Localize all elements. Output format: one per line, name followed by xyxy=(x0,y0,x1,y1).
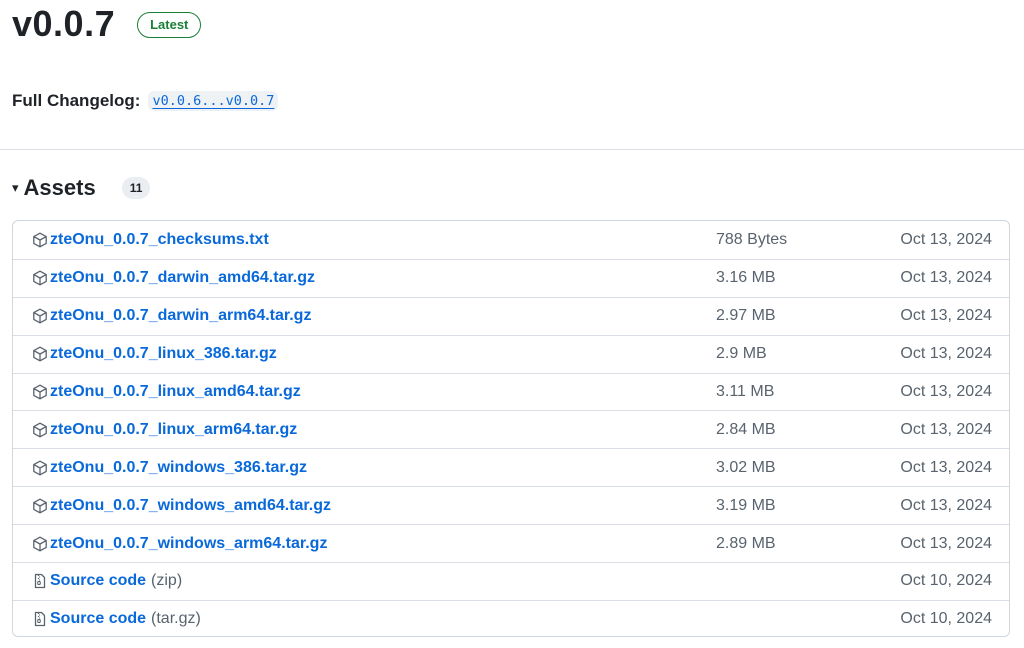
caret-down-icon: ▾ xyxy=(12,180,19,195)
assets-title: Assets xyxy=(23,175,96,200)
asset-date: Oct 10, 2024 xyxy=(900,572,992,590)
asset-link[interactable]: zteOnu_0.0.7_linux_386.tar.gz xyxy=(50,345,277,363)
asset-link[interactable]: zteOnu_0.0.7_windows_arm64.tar.gz xyxy=(50,535,327,553)
asset-suffix: (zip) xyxy=(151,572,183,590)
asset-size: 3.02 MB xyxy=(716,458,776,476)
asset-date: Oct 13, 2024 xyxy=(900,534,992,552)
asset-row: Source code (tar.gz) Oct 10, 2024 xyxy=(13,599,1009,636)
asset-row: zteOnu_0.0.7_linux_386.tar.gz 2.9 MB Oct… xyxy=(13,334,1009,373)
asset-row: zteOnu_0.0.7_windows_arm64.tar.gz 2.89 M… xyxy=(13,524,1009,562)
asset-date: Oct 13, 2024 xyxy=(900,496,992,514)
asset-size: 3.11 MB xyxy=(716,383,775,400)
asset-link[interactable]: zteOnu_0.0.7_linux_arm64.tar.gz xyxy=(50,421,297,439)
asset-link[interactable]: Source code xyxy=(50,572,146,590)
package-icon xyxy=(32,460,48,476)
package-icon xyxy=(32,270,48,286)
asset-size: 3.16 MB xyxy=(716,269,776,287)
section-divider xyxy=(0,149,1024,150)
asset-size: 788 Bytes xyxy=(716,230,788,248)
package-icon xyxy=(32,308,48,324)
asset-row: zteOnu_0.0.7_windows_386.tar.gz 3.02 MB … xyxy=(13,448,1009,486)
asset-size: 2.89 MB xyxy=(716,534,776,552)
asset-date: Oct 13, 2024 xyxy=(900,458,992,476)
assets-toggle[interactable]: ▾ Assets 11 xyxy=(12,174,151,202)
latest-badge: Latest xyxy=(137,12,202,38)
asset-link[interactable]: zteOnu_0.0.7_darwin_arm64.tar.gz xyxy=(50,307,311,325)
package-icon xyxy=(32,536,48,552)
asset-row: zteOnu_0.0.7_darwin_arm64.tar.gz 2.97 MB… xyxy=(13,296,1009,335)
asset-row: zteOnu_0.0.7_checksums.txt 788 Bytes Oct… xyxy=(13,221,1009,259)
asset-row: zteOnu_0.0.7_linux_amd64.tar.gz 3.11 MB … xyxy=(13,372,1009,411)
changelog-label: Full Changelog xyxy=(12,91,135,110)
asset-size: 2.84 MB xyxy=(716,420,776,438)
release-title[interactable]: v0.0.7 xyxy=(12,3,115,45)
package-icon xyxy=(32,346,48,362)
asset-size: 2.9 MB xyxy=(716,345,767,363)
assets-list: zteOnu_0.0.7_checksums.txt 788 Bytes Oct… xyxy=(12,220,1010,637)
asset-date: Oct 13, 2024 xyxy=(900,269,992,287)
asset-row: zteOnu_0.0.7_darwin_amd64.tar.gz 3.16 MB… xyxy=(13,258,1009,297)
file-zip-icon xyxy=(32,611,48,627)
asset-link[interactable]: zteOnu_0.0.7_linux_amd64.tar.gz xyxy=(50,383,301,401)
package-icon xyxy=(32,384,48,400)
package-icon xyxy=(32,232,48,248)
asset-link[interactable]: zteOnu_0.0.7_windows_amd64.tar.gz xyxy=(50,497,331,515)
changelog-row: Full Changelog: v0.0.6...v0.0.7 xyxy=(12,88,279,114)
asset-size: 2.97 MB xyxy=(716,307,776,325)
asset-date: Oct 13, 2024 xyxy=(900,420,992,438)
asset-size: 3.19 MB xyxy=(716,496,776,514)
asset-row: zteOnu_0.0.7_windows_amd64.tar.gz 3.19 M… xyxy=(13,486,1009,524)
asset-date: Oct 10, 2024 xyxy=(900,610,992,628)
asset-date: Oct 13, 2024 xyxy=(900,345,992,363)
changelog-compare-link[interactable]: v0.0.6...v0.0.7 xyxy=(148,91,279,111)
assets-count-badge: 11 xyxy=(121,177,151,199)
asset-date: Oct 13, 2024 xyxy=(900,383,992,400)
package-icon xyxy=(32,498,48,514)
asset-date: Oct 13, 2024 xyxy=(900,307,992,325)
asset-row: zteOnu_0.0.7_linux_arm64.tar.gz 2.84 MB … xyxy=(13,410,1009,448)
asset-row: Source code (zip) Oct 10, 2024 xyxy=(13,562,1009,600)
file-zip-icon xyxy=(32,573,48,589)
changelog-colon: : xyxy=(134,91,141,110)
asset-suffix: (tar.gz) xyxy=(151,610,201,628)
package-icon xyxy=(32,422,48,438)
release-header: v0.0.7 Latest xyxy=(12,0,202,48)
asset-link[interactable]: zteOnu_0.0.7_darwin_amd64.tar.gz xyxy=(50,269,315,287)
asset-link[interactable]: zteOnu_0.0.7_checksums.txt xyxy=(50,231,269,249)
asset-link[interactable]: zteOnu_0.0.7_windows_386.tar.gz xyxy=(50,459,307,477)
asset-link[interactable]: Source code xyxy=(50,610,146,628)
asset-date: Oct 13, 2024 xyxy=(900,230,992,248)
